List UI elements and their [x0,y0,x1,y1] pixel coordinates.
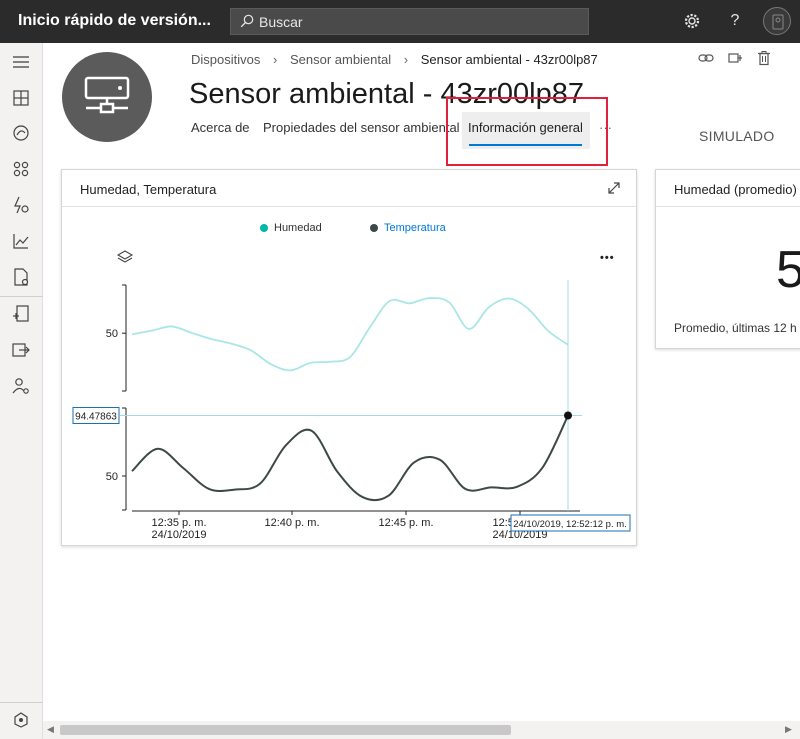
search-box[interactable] [230,8,589,35]
sidebar-divider [0,702,43,703]
analytics-icon[interactable] [10,122,32,144]
kpi-card: Humedad (promedio) 5 Promedio, últimas 1… [655,169,800,349]
hover-point [564,411,572,420]
tab-properties[interactable]: Propiedades del sensor ambiental [263,120,460,135]
scroll-right-icon[interactable]: ▶ [785,724,792,735]
hover-value-label: 94.47863 [75,412,117,423]
breadcrumb-item[interactable]: Sensor ambiental [290,52,391,67]
chart-card: Humedad, Temperatura Humedad Temperatura… [61,169,637,546]
top-bar: Inicio rápido de versión... ? [0,0,800,43]
link-icon[interactable] [698,50,714,66]
x-tick-label: 12:40 p. m. [264,517,319,529]
card-divider [656,206,800,207]
help-icon[interactable]: ? [725,11,745,31]
x-tick-label: 12:35 p. m. [151,517,206,529]
search-input[interactable] [259,12,579,32]
menu-icon[interactable] [10,51,32,73]
device-icon [84,76,130,114]
extension-icon[interactable] [10,709,32,731]
sidebar-divider [0,296,43,297]
chevron-right-icon: › [403,52,409,68]
kpi-card-title: Humedad (promedio) [674,182,797,197]
tab-about[interactable]: Acerca de [191,120,250,135]
export-icon[interactable] [10,339,32,361]
dashboard-icon[interactable] [10,87,32,109]
delete-icon[interactable] [756,50,772,66]
breadcrumb-current: Sensor ambiental - 43zr00lp87 [420,52,598,68]
migrate-icon[interactable] [727,50,743,66]
administration-icon[interactable] [10,375,32,397]
hover-time-label: 24/10/2019, 12:52:12 p. m. [513,519,627,530]
x-tick-date-label: 24/10/2019 [151,529,206,541]
kpi-subtitle: Promedio, últimas 12 h [674,321,797,335]
settings-icon[interactable] [682,11,702,31]
user-icon [772,14,784,30]
device-template-icon[interactable] [10,303,32,325]
device-avatar [62,52,152,142]
jobs-icon[interactable] [10,266,32,288]
y-tick-label: 50 [106,328,118,340]
kpi-value: 5 [776,241,800,299]
rules-icon[interactable] [10,194,32,216]
scrollbar-thumb[interactable] [60,725,511,735]
highlight-annotation [446,97,608,166]
series-line-humedad [131,297,569,372]
breadcrumb-item[interactable]: Dispositivos [191,52,260,67]
y-tick-label: 50 [106,471,118,483]
breadcrumb: Dispositivos › Sensor ambiental › Sensor… [191,51,598,67]
chart-icon[interactable] [10,230,32,252]
x-tick-label: 12:45 p. m. [378,517,433,529]
app-title[interactable]: Inicio rápido de versión... [18,12,211,30]
chart-plot: 50 50 12:35 p. m.24/10/2019 12:40 p. m. 12:4… [72,280,631,541]
sidebar [0,43,43,739]
search-icon [240,14,254,28]
chevron-right-icon: › [272,52,278,68]
apps-icon[interactable] [10,158,32,180]
avatar[interactable] [763,7,791,35]
status-badge: SIMULADO [699,128,775,144]
series-line-temperatura [131,415,569,502]
scroll-left-icon[interactable]: ◀ [47,724,54,735]
